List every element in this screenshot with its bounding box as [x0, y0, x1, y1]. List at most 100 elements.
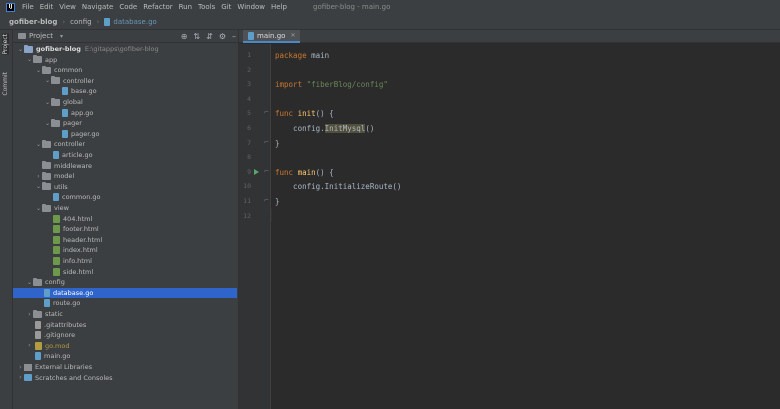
target-icon[interactable]: ⊕ — [181, 31, 188, 42]
menu-code[interactable]: Code — [119, 3, 137, 11]
menu-help[interactable]: Help — [271, 3, 287, 11]
code-line[interactable]: } — [275, 197, 280, 206]
chevron-down-icon[interactable]: ⌄ — [35, 67, 42, 74]
folder-icon — [33, 277, 42, 286]
chevron-down-icon[interactable]: ⌄ — [35, 183, 42, 190]
breadcrumb-project[interactable]: gofiber-blog — [9, 18, 57, 26]
menu-file[interactable]: File — [22, 3, 34, 11]
minimize-icon[interactable]: – — [232, 31, 236, 42]
tree-item-info-html[interactable]: info.html — [13, 256, 237, 266]
tree-item-controller[interactable]: ⌄ controller — [13, 139, 237, 149]
tree-item-common[interactable]: ⌄ common — [13, 65, 237, 75]
fold-marker-icon[interactable]: ⌐ — [264, 109, 269, 116]
chevron-right-icon[interactable]: › — [26, 342, 33, 349]
tree-item-label: base.go — [71, 87, 97, 96]
ide-logo-icon[interactable]: IJ — [6, 2, 15, 12]
go-mod-file-icon — [35, 341, 42, 350]
tree-item-utils[interactable]: ⌄ utils — [13, 182, 237, 192]
tree-item-external-libraries[interactable]: › External Libraries — [13, 362, 237, 372]
breadcrumb-folder[interactable]: config — [70, 18, 91, 26]
project-panel-title[interactable]: Project — [29, 32, 53, 40]
menu-git[interactable]: Git — [221, 3, 231, 11]
tree-item-footer-html[interactable]: footer.html — [13, 224, 237, 234]
tree-item-pager-go[interactable]: pager.go — [13, 129, 237, 139]
tree-item-app-go[interactable]: app.go — [13, 108, 237, 118]
tree-item-scratches-and-consoles[interactable]: › Scratches and Consoles — [13, 373, 237, 383]
chevron-right-icon[interactable]: › — [26, 311, 33, 318]
tree-item-controller[interactable]: ⌄ controller — [13, 76, 237, 86]
tree-item-main-go[interactable]: main.go — [13, 351, 237, 361]
tree-item-app[interactable]: ⌄ app — [13, 55, 237, 65]
tree-item-model[interactable]: › model — [13, 171, 237, 181]
tree-item-view[interactable]: ⌄ view — [13, 203, 237, 213]
gear-icon[interactable]: ⚙ — [219, 31, 226, 42]
tree-item-route-go[interactable]: route.go — [13, 298, 237, 308]
code-token: func — [275, 109, 298, 119]
code-line[interactable]: } — [275, 139, 280, 148]
tree-item-index-html[interactable]: index.html — [13, 245, 237, 255]
tree-item-database-go[interactable]: database.go — [13, 287, 237, 298]
code-token: func — [275, 167, 298, 177]
code-line[interactable]: config.InitMysql() — [275, 124, 374, 133]
chevron-right-icon[interactable]: › — [17, 364, 24, 371]
menu-run[interactable]: Run — [179, 3, 192, 11]
breadcrumb-file[interactable]: database.go — [104, 17, 157, 26]
chevron-down-icon[interactable]: ▾ — [60, 33, 63, 40]
tree-item-middleware[interactable]: middleware — [13, 161, 237, 171]
tree-item-pager[interactable]: ⌄ pager — [13, 118, 237, 128]
collapse-icon[interactable]: ⇅ — [193, 31, 200, 42]
menu-window[interactable]: Window — [237, 3, 265, 11]
run-gutter-icon[interactable] — [254, 168, 259, 175]
tree-item-label: utils — [54, 182, 68, 191]
tree-item-label: middleware — [54, 161, 93, 170]
chevron-down-icon[interactable]: ⌄ — [35, 141, 42, 148]
tree-item-article-go[interactable]: article.go — [13, 150, 237, 160]
text-file-icon — [35, 331, 41, 340]
chevron-down-icon[interactable]: ⌄ — [44, 77, 51, 84]
tree-item-header-html[interactable]: header.html — [13, 235, 237, 245]
menu-edit[interactable]: Edit — [40, 3, 54, 11]
code-editor[interactable]: package main import "fiberBlog/config" fun… — [272, 44, 780, 409]
chevron-down-icon[interactable]: ⌄ — [35, 205, 42, 212]
menu-refactor[interactable]: Refactor — [143, 3, 172, 11]
chevron-down-icon[interactable]: ⌄ — [44, 120, 51, 127]
tree-item-label: header.html — [63, 235, 103, 244]
tree-item-gofiber-blog[interactable]: ⌄ gofiber-blog E:\gitapps\gofiber-blog — [13, 44, 237, 54]
project-tool-tab[interactable]: Project — [2, 34, 9, 55]
chevron-down-icon[interactable]: ⌄ — [26, 279, 33, 286]
tree-item-404-html[interactable]: 404.html — [13, 214, 237, 224]
fold-marker-icon[interactable]: ⌐ — [264, 168, 269, 175]
close-icon[interactable]: ✕ — [290, 32, 295, 39]
tree-item-common-go[interactable]: common.go — [13, 192, 237, 202]
line-number: 4 — [247, 94, 251, 103]
tree-item-label: side.html — [63, 267, 94, 276]
menu-navigate[interactable]: Navigate — [82, 3, 113, 11]
chevron-down-icon[interactable]: ⌄ — [17, 46, 24, 53]
chevron-right-icon[interactable]: › — [17, 374, 24, 381]
menu-view[interactable]: View — [59, 3, 76, 11]
chevron-down-icon[interactable]: ⌄ — [44, 99, 51, 106]
tree-item-base-go[interactable]: base.go — [13, 86, 237, 96]
chevron-down-icon[interactable]: ⌄ — [26, 56, 33, 63]
fold-marker-icon[interactable]: ⌐ — [264, 197, 269, 204]
code-line[interactable]: func init() { — [275, 109, 334, 118]
code-line[interactable]: func main() { — [275, 168, 334, 177]
menu-tools[interactable]: Tools — [198, 3, 215, 11]
chevron-right-icon[interactable]: › — [35, 173, 42, 180]
tree-item-global[interactable]: ⌄ global — [13, 97, 237, 107]
tree-item-gitattributes[interactable]: .gitattributes — [13, 320, 237, 330]
menu-items: File Edit View Navigate Code Refactor Run Tools… — [22, 3, 293, 11]
tree-item-config[interactable]: ⌄ config — [13, 277, 237, 287]
code-line[interactable]: config.InitializeRoute() — [275, 182, 401, 191]
tree-item-go-mod[interactable]: › go.mod — [13, 341, 237, 351]
tab-main-go[interactable]: main.go ✕ — [243, 30, 301, 43]
tree-item-side-html[interactable]: side.html — [13, 267, 237, 277]
tree-item-static[interactable]: › static — [13, 309, 237, 319]
commit-tool-tab[interactable]: Commit — [2, 72, 9, 96]
code-line[interactable]: import "fiberBlog/config" — [275, 80, 388, 89]
fold-marker-icon[interactable]: ⌐ — [264, 139, 269, 146]
expand-icon[interactable]: ⇵ — [206, 31, 213, 42]
line-number: 8 — [247, 153, 251, 162]
tree-item-gitignore[interactable]: .gitignore — [13, 330, 237, 340]
code-line[interactable]: package main — [275, 51, 329, 60]
